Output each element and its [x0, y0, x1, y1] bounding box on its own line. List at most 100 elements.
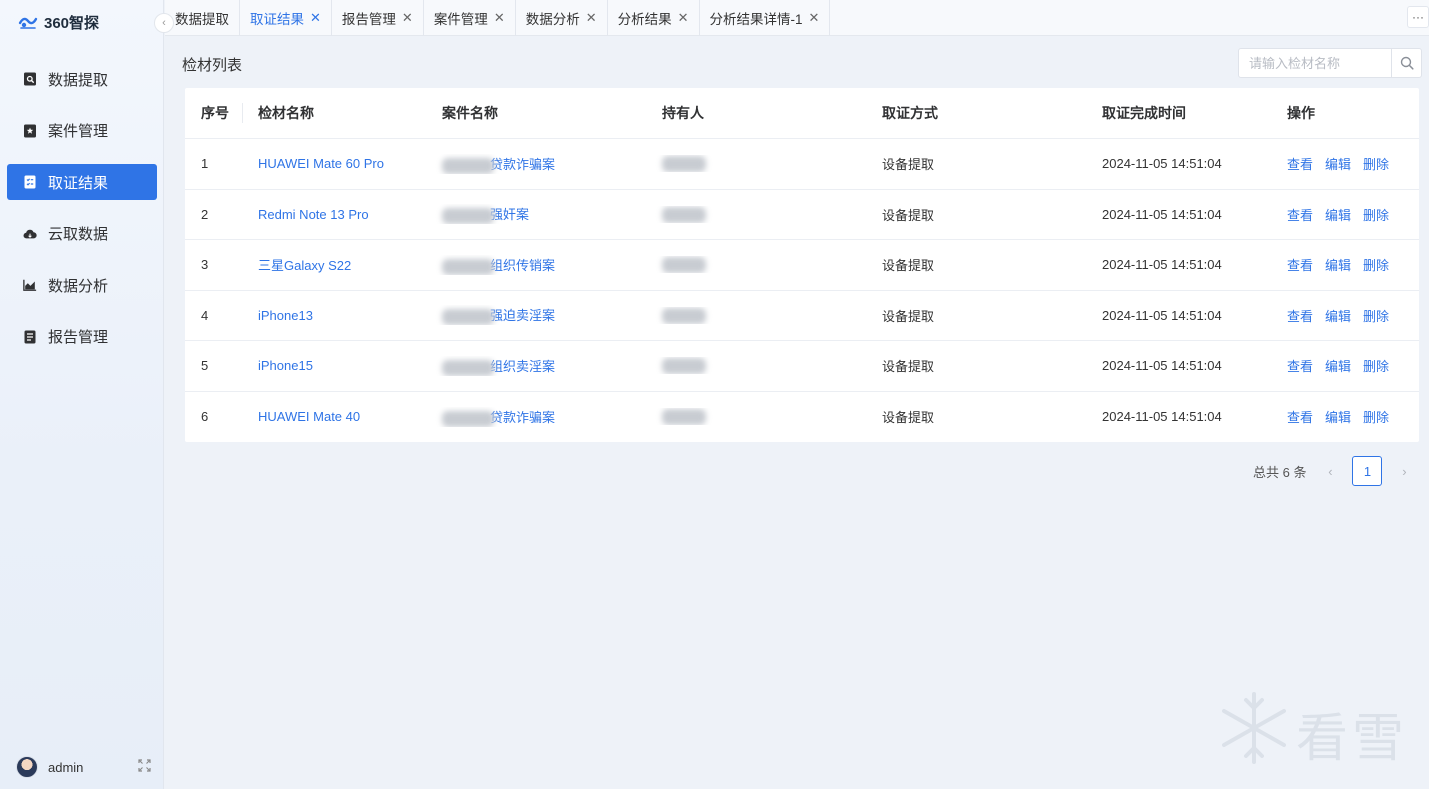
- close-icon[interactable]: ✕: [494, 10, 505, 26]
- case-name-link[interactable]: 强奸案: [490, 207, 529, 222]
- redacted-case-prefix: [442, 359, 494, 376]
- completion-time: 2024-11-05 14:51:04: [1102, 409, 1222, 425]
- table-row: 3 三星Galaxy S22 组织传销案 设备提取 2024-11-05 14:…: [185, 240, 1419, 291]
- column-header: 持有人: [662, 105, 704, 121]
- delete-button[interactable]: 删除: [1363, 309, 1389, 324]
- close-icon[interactable]: ✕: [402, 10, 413, 26]
- column-header: 检材名称: [242, 103, 426, 123]
- device-name-link[interactable]: Redmi Note 13 Pro: [258, 207, 369, 222]
- redacted-holder: [662, 206, 706, 223]
- star-doc-icon: [23, 124, 37, 138]
- table-row: 5 iPhone15 组织卖淫案 设备提取 2024-11-05 14:51:0…: [185, 341, 1419, 392]
- sidebar-item-report-management[interactable]: 报告管理: [7, 319, 157, 355]
- page-title: 检材列表: [182, 57, 243, 74]
- row-index: 2: [201, 206, 209, 222]
- prev-page-icon[interactable]: ‹: [1318, 464, 1342, 479]
- view-button[interactable]: 查看: [1287, 359, 1313, 374]
- app-logo[interactable]: 360智探: [18, 10, 99, 34]
- pagination-total: 总共 6 条: [1253, 464, 1307, 480]
- view-button[interactable]: 查看: [1287, 208, 1313, 223]
- more-tabs-button[interactable]: ···: [1407, 6, 1429, 28]
- edit-button[interactable]: 编辑: [1325, 359, 1351, 374]
- edit-button[interactable]: 编辑: [1325, 258, 1351, 273]
- redacted-case-prefix: [442, 258, 494, 275]
- completion-time: 2024-11-05 14:51:04: [1102, 156, 1222, 172]
- tab-label: 分析结果: [617, 11, 672, 27]
- device-name-link[interactable]: iPhone15: [258, 358, 313, 373]
- close-icon[interactable]: ✕: [586, 10, 597, 26]
- device-name-link[interactable]: 三星Galaxy S22: [258, 258, 351, 273]
- sidebar-item-case-management[interactable]: 案件管理: [7, 113, 157, 149]
- user-profile: admin: [16, 754, 151, 780]
- tab-label: 报告管理: [341, 11, 396, 27]
- case-name-link[interactable]: 组织传销案: [490, 258, 555, 273]
- sidebar-item-label: 取证结果: [48, 174, 109, 192]
- view-button[interactable]: 查看: [1287, 410, 1313, 425]
- search-box: [1238, 48, 1422, 78]
- redacted-holder: [662, 257, 706, 274]
- tab-label: 案件管理: [433, 11, 488, 27]
- delete-button[interactable]: 删除: [1363, 208, 1389, 223]
- search-input[interactable]: [1239, 49, 1391, 77]
- case-name-link[interactable]: 组织卖淫案: [490, 359, 555, 374]
- report-icon: [23, 330, 37, 344]
- view-button[interactable]: 查看: [1287, 157, 1313, 172]
- view-button[interactable]: 查看: [1287, 309, 1313, 324]
- delete-button[interactable]: 删除: [1363, 157, 1389, 172]
- view-button[interactable]: 查看: [1287, 258, 1313, 273]
- case-name-link[interactable]: 贷款诈骗案: [490, 157, 555, 172]
- close-icon[interactable]: ✕: [310, 10, 321, 26]
- edit-button[interactable]: 编辑: [1325, 157, 1351, 172]
- extraction-method: 设备提取: [882, 157, 935, 173]
- edit-button[interactable]: 编辑: [1325, 410, 1351, 425]
- redacted-case-prefix: [442, 309, 494, 326]
- case-name-link[interactable]: 贷款诈骗案: [490, 410, 555, 425]
- tab-analysis-result-detail[interactable]: 分析结果详情-1 ✕: [700, 0, 831, 36]
- sidebar-item-data-analysis[interactable]: 数据分析: [7, 267, 157, 303]
- tab-report-management[interactable]: 报告管理 ✕: [332, 0, 424, 36]
- tab-case-management[interactable]: 案件管理 ✕: [424, 0, 516, 36]
- case-name-link[interactable]: 强迫卖淫案: [490, 308, 555, 323]
- close-icon[interactable]: ✕: [678, 10, 689, 26]
- row-index: 6: [201, 409, 209, 425]
- tab-forensic-results[interactable]: 取证结果 ✕: [240, 0, 332, 36]
- logo-icon: [18, 17, 38, 29]
- table-row: 2 Redmi Note 13 Pro 强奸案 设备提取 2024-11-05 …: [185, 190, 1419, 240]
- sidebar-collapse-button[interactable]: ‹: [154, 13, 174, 33]
- delete-button[interactable]: 删除: [1363, 258, 1389, 273]
- edit-button[interactable]: 编辑: [1325, 309, 1351, 324]
- device-name-link[interactable]: HUAWEI Mate 40: [258, 409, 360, 424]
- tab-data-extract[interactable]: 数据提取: [165, 0, 240, 36]
- edit-button[interactable]: 编辑: [1325, 208, 1351, 223]
- search-button[interactable]: [1391, 49, 1421, 77]
- table-row: 6 HUAWEI Mate 40 贷款诈骗案 设备提取 2024-11-05 1…: [185, 392, 1419, 443]
- device-name-link[interactable]: HUAWEI Mate 60 Pro: [258, 156, 384, 171]
- next-page-icon[interactable]: ›: [1392, 464, 1416, 479]
- tab-label: 取证结果: [250, 11, 304, 27]
- app-name: 360智探: [44, 14, 100, 32]
- evidence-table: 序号 检材名称 案件名称 持有人 取证方式 取证完成时间 操作 1 HUAWEI…: [185, 88, 1419, 442]
- device-name-link[interactable]: iPhone13: [258, 308, 313, 323]
- row-index: 4: [201, 307, 209, 323]
- tab-label: 分析结果详情-1: [709, 11, 803, 27]
- sidebar-item-label: 数据分析: [48, 277, 109, 295]
- redacted-holder: [662, 307, 706, 324]
- redacted-case-prefix: [442, 410, 494, 427]
- delete-button[interactable]: 删除: [1363, 410, 1389, 425]
- tab-bar: 数据提取 取证结果 ✕ 报告管理 ✕ 案件管理 ✕ 数据分析 ✕ 分析结果 ✕ …: [165, 0, 1429, 36]
- sidebar-item-forensic-results[interactable]: 取证结果: [7, 164, 157, 200]
- redacted-case-prefix: [442, 157, 494, 174]
- close-icon[interactable]: ✕: [809, 10, 820, 26]
- page-number-button[interactable]: 1: [1352, 456, 1383, 486]
- sidebar-item-cloud-data[interactable]: 云取数据: [7, 216, 157, 252]
- tab-data-analysis[interactable]: 数据分析 ✕: [516, 0, 608, 36]
- avatar[interactable]: [16, 756, 38, 778]
- fullscreen-icon[interactable]: [138, 759, 151, 775]
- completion-time: 2024-11-05 14:51:04: [1102, 257, 1222, 273]
- delete-button[interactable]: 删除: [1363, 359, 1389, 374]
- sidebar-nav: 数据提取 案件管理 取证结果 云取数据 数据分析 报告管理: [7, 61, 157, 370]
- sidebar-item-data-extract[interactable]: 数据提取: [7, 61, 157, 97]
- tab-analysis-results[interactable]: 分析结果 ✕: [608, 0, 700, 36]
- extraction-method: 设备提取: [882, 308, 935, 324]
- row-index: 5: [201, 358, 209, 374]
